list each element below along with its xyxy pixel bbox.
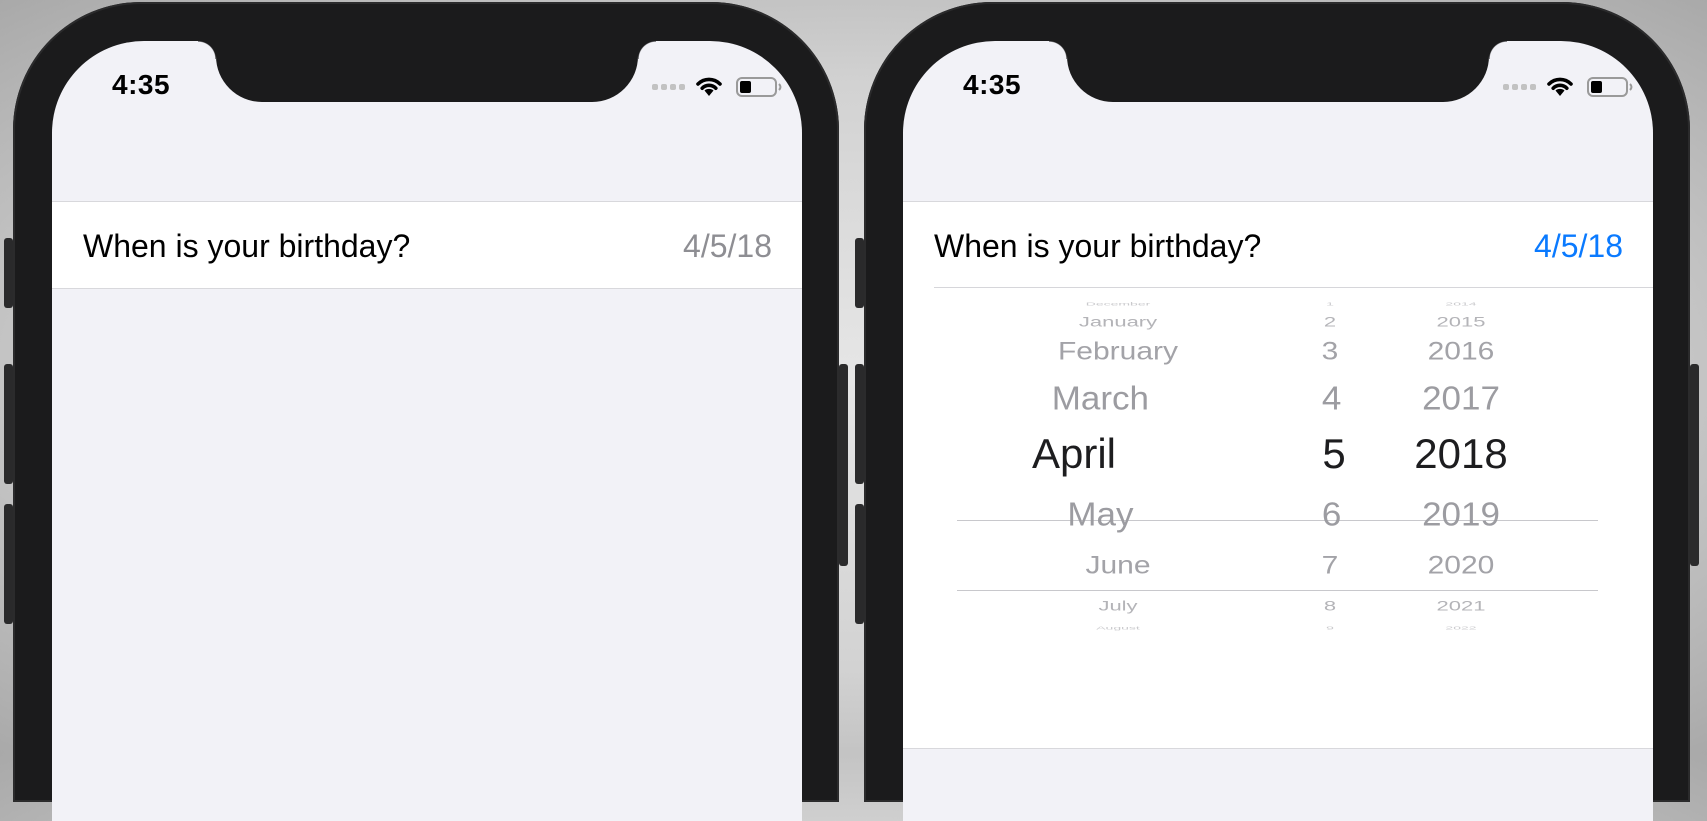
picker-year-option[interactable]: 2020 xyxy=(1341,553,1581,579)
picker-year-option[interactable]: 2016 xyxy=(1341,339,1581,365)
status-time: 4:35 xyxy=(963,69,1022,100)
power-button xyxy=(1690,364,1699,566)
picker-month-option[interactable]: January xyxy=(998,315,1238,329)
picker-month-option[interactable]: February xyxy=(998,339,1238,365)
wifi-icon xyxy=(696,77,722,96)
picker-year-option[interactable]: 2015 xyxy=(1341,315,1581,329)
birthday-value[interactable]: 4/5/18 xyxy=(1534,228,1623,265)
battery-icon xyxy=(736,77,782,97)
picker-month-selected[interactable]: April xyxy=(954,433,1194,475)
device-frame-right: 4:35 When is your birthday? 4/5/18 Decem… xyxy=(855,2,1699,821)
screen-expanded: 4:35 When is your birthday? 4/5/18 Decem… xyxy=(903,41,1653,821)
status-icons xyxy=(652,74,792,98)
birthday-row[interactable]: When is your birthday? 4/5/18 xyxy=(52,201,802,289)
birthday-row[interactable]: When is your birthday? 4/5/18 xyxy=(903,201,1653,288)
picker-month-option[interactable]: June xyxy=(998,553,1238,579)
wifi-icon xyxy=(1547,77,1573,96)
birthday-value[interactable]: 4/5/18 xyxy=(683,228,772,265)
picker-year-selected[interactable]: 2018 xyxy=(1341,433,1581,475)
notch xyxy=(1049,41,1507,102)
power-button xyxy=(839,364,848,566)
date-picker[interactable]: December January February March April May June… xyxy=(903,288,1653,749)
battery-icon xyxy=(1587,77,1633,97)
picker-month-option[interactable]: December xyxy=(998,302,1238,307)
notch xyxy=(198,41,656,102)
picker-year-option[interactable]: 2017 xyxy=(1341,381,1581,414)
status-icons xyxy=(1503,74,1643,98)
picker-year-option[interactable]: 2022 xyxy=(1341,626,1581,631)
silent-switch xyxy=(4,238,13,308)
volume-down-button xyxy=(4,504,13,624)
picker-year-option[interactable]: 2014 xyxy=(1341,302,1581,307)
picker-month-option[interactable]: July xyxy=(998,599,1238,613)
cellular-signal-icon xyxy=(652,84,688,90)
status-time: 4:35 xyxy=(112,69,171,100)
selection-line-bottom xyxy=(957,590,1598,591)
birthday-label: When is your birthday? xyxy=(934,228,1262,264)
screen-collapsed: 4:35 When is your birthday? 4/5/18 xyxy=(52,41,802,821)
picker-month-option[interactable]: May xyxy=(980,497,1220,530)
silent-switch xyxy=(855,238,864,308)
volume-down-button xyxy=(855,504,864,624)
picker-year-option[interactable]: 2019 xyxy=(1341,497,1581,530)
picker-year-option[interactable]: 2021 xyxy=(1341,599,1581,613)
volume-up-button xyxy=(855,364,864,484)
volume-up-button xyxy=(4,364,13,484)
picker-month-option[interactable]: August xyxy=(998,626,1238,631)
picker-month-option[interactable]: March xyxy=(980,381,1220,414)
birthday-label: When is your birthday? xyxy=(83,228,411,264)
device-frame-left: 4:35 When is your birthday? 4/5/18 xyxy=(4,2,848,821)
cellular-signal-icon xyxy=(1503,84,1539,90)
